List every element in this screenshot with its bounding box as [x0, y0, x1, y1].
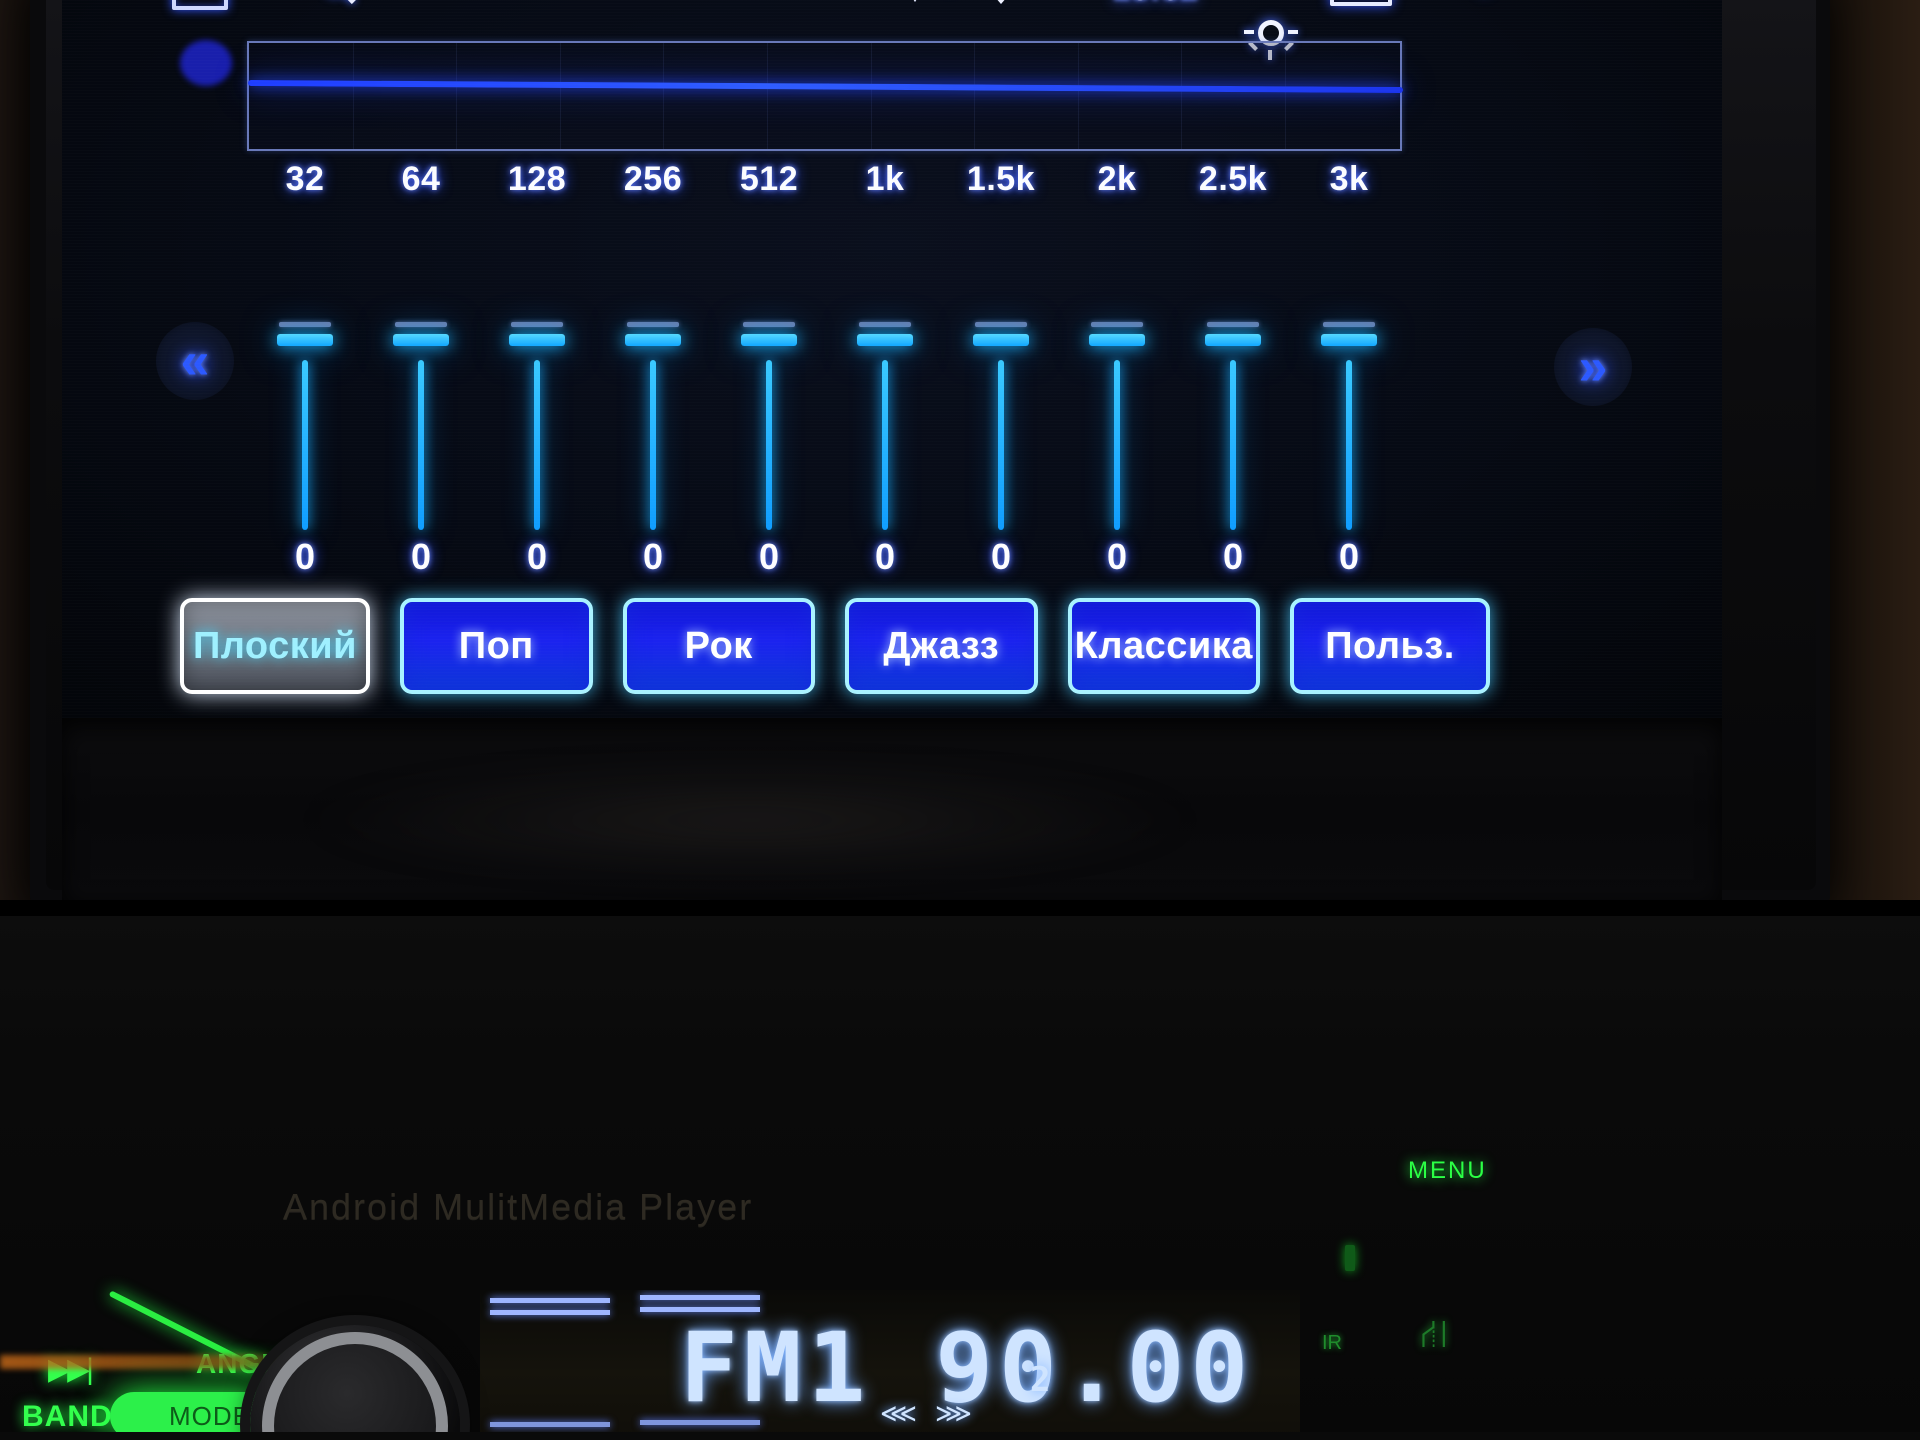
- band-label[interactable]: BAND: [22, 1400, 113, 1434]
- band-sliders: 0 0 0 0 0 0 0 0 0 0: [247, 308, 1407, 578]
- band-value: 0: [1106, 536, 1128, 577]
- bezel-reflection: [300, 760, 1200, 880]
- band-value: 0: [642, 536, 664, 577]
- freq-label: 256: [623, 160, 683, 198]
- slider-thumb[interactable]: [393, 334, 449, 346]
- preset-button-pop[interactable]: Поп: [400, 598, 593, 694]
- band-slider[interactable]: 0: [943, 308, 1059, 578]
- slider-thumb[interactable]: [509, 334, 565, 346]
- lcd-segment: [490, 1298, 610, 1303]
- band-slider[interactable]: 0: [827, 308, 943, 578]
- lcd-segment: [490, 1310, 610, 1315]
- usb-icon: ⛙: [1420, 1312, 1449, 1356]
- slider-bar: [650, 360, 656, 530]
- band-slider[interactable]: 0: [595, 308, 711, 578]
- eq-curve-panel: [247, 41, 1402, 151]
- band-slider[interactable]: 0: [1059, 308, 1175, 578]
- slider-track: [627, 322, 679, 327]
- band-value: 0: [1222, 536, 1244, 577]
- slider-track: [1091, 322, 1143, 327]
- speaker-right-icon: ⋙: [935, 1398, 972, 1428]
- slider-thumb[interactable]: [1321, 334, 1377, 346]
- wifi-icon: [977, 0, 1025, 4]
- preset-button-jazz[interactable]: Джазз: [845, 598, 1038, 694]
- nav-next-button[interactable]: »: [1554, 328, 1632, 406]
- lcd-segment: [490, 1422, 610, 1427]
- nav-prev-button[interactable]: «: [156, 322, 234, 400]
- band-slider[interactable]: 0: [363, 308, 479, 578]
- curve-marker-dot: [180, 40, 232, 86]
- band-value: 0: [294, 536, 316, 577]
- recents-icon[interactable]: [1330, 0, 1392, 6]
- preset-buttons: Плоский Поп Рок Джазз Классика Польз.: [180, 598, 1490, 694]
- band-value: 0: [410, 536, 432, 577]
- slider-thumb[interactable]: [277, 334, 333, 346]
- slider-thumb[interactable]: [857, 334, 913, 346]
- band-value: 0: [990, 536, 1012, 577]
- speaker-left-icon: ⋘: [880, 1398, 917, 1428]
- slider-track: [743, 322, 795, 327]
- freq-label: 64: [401, 160, 441, 198]
- lcd-segment: [640, 1295, 760, 1300]
- preset-button-classic[interactable]: Классика: [1067, 598, 1260, 694]
- preset-button-flat[interactable]: Плоский: [180, 598, 370, 694]
- preset-button-user[interactable]: Польз.: [1290, 598, 1490, 694]
- freq-label: 1.5k: [966, 160, 1036, 198]
- slider-thumb[interactable]: [973, 334, 1029, 346]
- band-slider[interactable]: 0: [711, 308, 827, 578]
- slider-track: [511, 322, 563, 327]
- slider-track: [279, 322, 331, 327]
- slider-bar: [302, 360, 308, 530]
- status-bar: ✚ 18:32 ↱: [62, 0, 1722, 60]
- location-pin-icon: [902, 0, 928, 2]
- ir-label: IR: [1322, 1332, 1342, 1354]
- band-value: 0: [758, 536, 780, 577]
- slider-thumb[interactable]: [741, 334, 797, 346]
- slider-track: [975, 322, 1027, 327]
- slider-bar: [882, 360, 888, 530]
- frequency-labels: 32 64 128 256 512 1k 1.5k 2k 2.5k 3k: [247, 160, 1407, 206]
- slider-thumb[interactable]: [625, 334, 681, 346]
- equalizer-screen: ✚ 18:32 ↱ 32: [62, 0, 1722, 718]
- slider-bar: [998, 360, 1004, 530]
- slider-track: [859, 322, 911, 327]
- slider-bar: [418, 360, 424, 530]
- slider-bar: [1114, 360, 1120, 530]
- slider-bar: [534, 360, 540, 530]
- band-value: 0: [1338, 536, 1360, 577]
- head-unit-photo: ✚ 18:32 ↱ 32: [0, 0, 1920, 1440]
- brand-label: Android MulitMedia Player: [283, 1186, 754, 1227]
- menu-led-label[interactable]: MENU: [1408, 1157, 1487, 1185]
- slider-bar: [766, 360, 772, 530]
- band-slider[interactable]: 0: [1175, 308, 1291, 578]
- slider-thumb[interactable]: [1205, 334, 1261, 346]
- faceplate-bottom-edge: [0, 1432, 1920, 1440]
- slider-bar: [1230, 360, 1236, 530]
- slider-track: [395, 322, 447, 327]
- band-value: 0: [874, 536, 896, 577]
- lcd-unit-label: 2: [1030, 1360, 1051, 1400]
- slider-thumb[interactable]: [1089, 334, 1145, 346]
- slider-bar: [1346, 360, 1352, 530]
- freq-label: 2.5k: [1198, 160, 1268, 198]
- slider-track: [1207, 322, 1259, 327]
- slider-track: [1323, 322, 1375, 327]
- band-slider[interactable]: 0: [247, 308, 363, 578]
- status-led: [1345, 1245, 1355, 1271]
- preset-button-rock[interactable]: Рок: [622, 598, 815, 694]
- freq-label: 32: [285, 160, 325, 198]
- band-slider[interactable]: 0: [1291, 308, 1407, 578]
- search-icon[interactable]: [320, 0, 360, 12]
- band-value: 0: [526, 536, 548, 577]
- freq-label: 3k: [1329, 160, 1369, 198]
- freq-label: 128: [507, 160, 567, 198]
- band-slider[interactable]: 0: [479, 308, 595, 578]
- freq-label: 512: [739, 160, 799, 198]
- rectangle-icon[interactable]: [172, 0, 228, 10]
- freq-label: 1k: [865, 160, 905, 198]
- status-clock: 18:32: [1112, 0, 1199, 8]
- freq-label: 2k: [1097, 160, 1137, 198]
